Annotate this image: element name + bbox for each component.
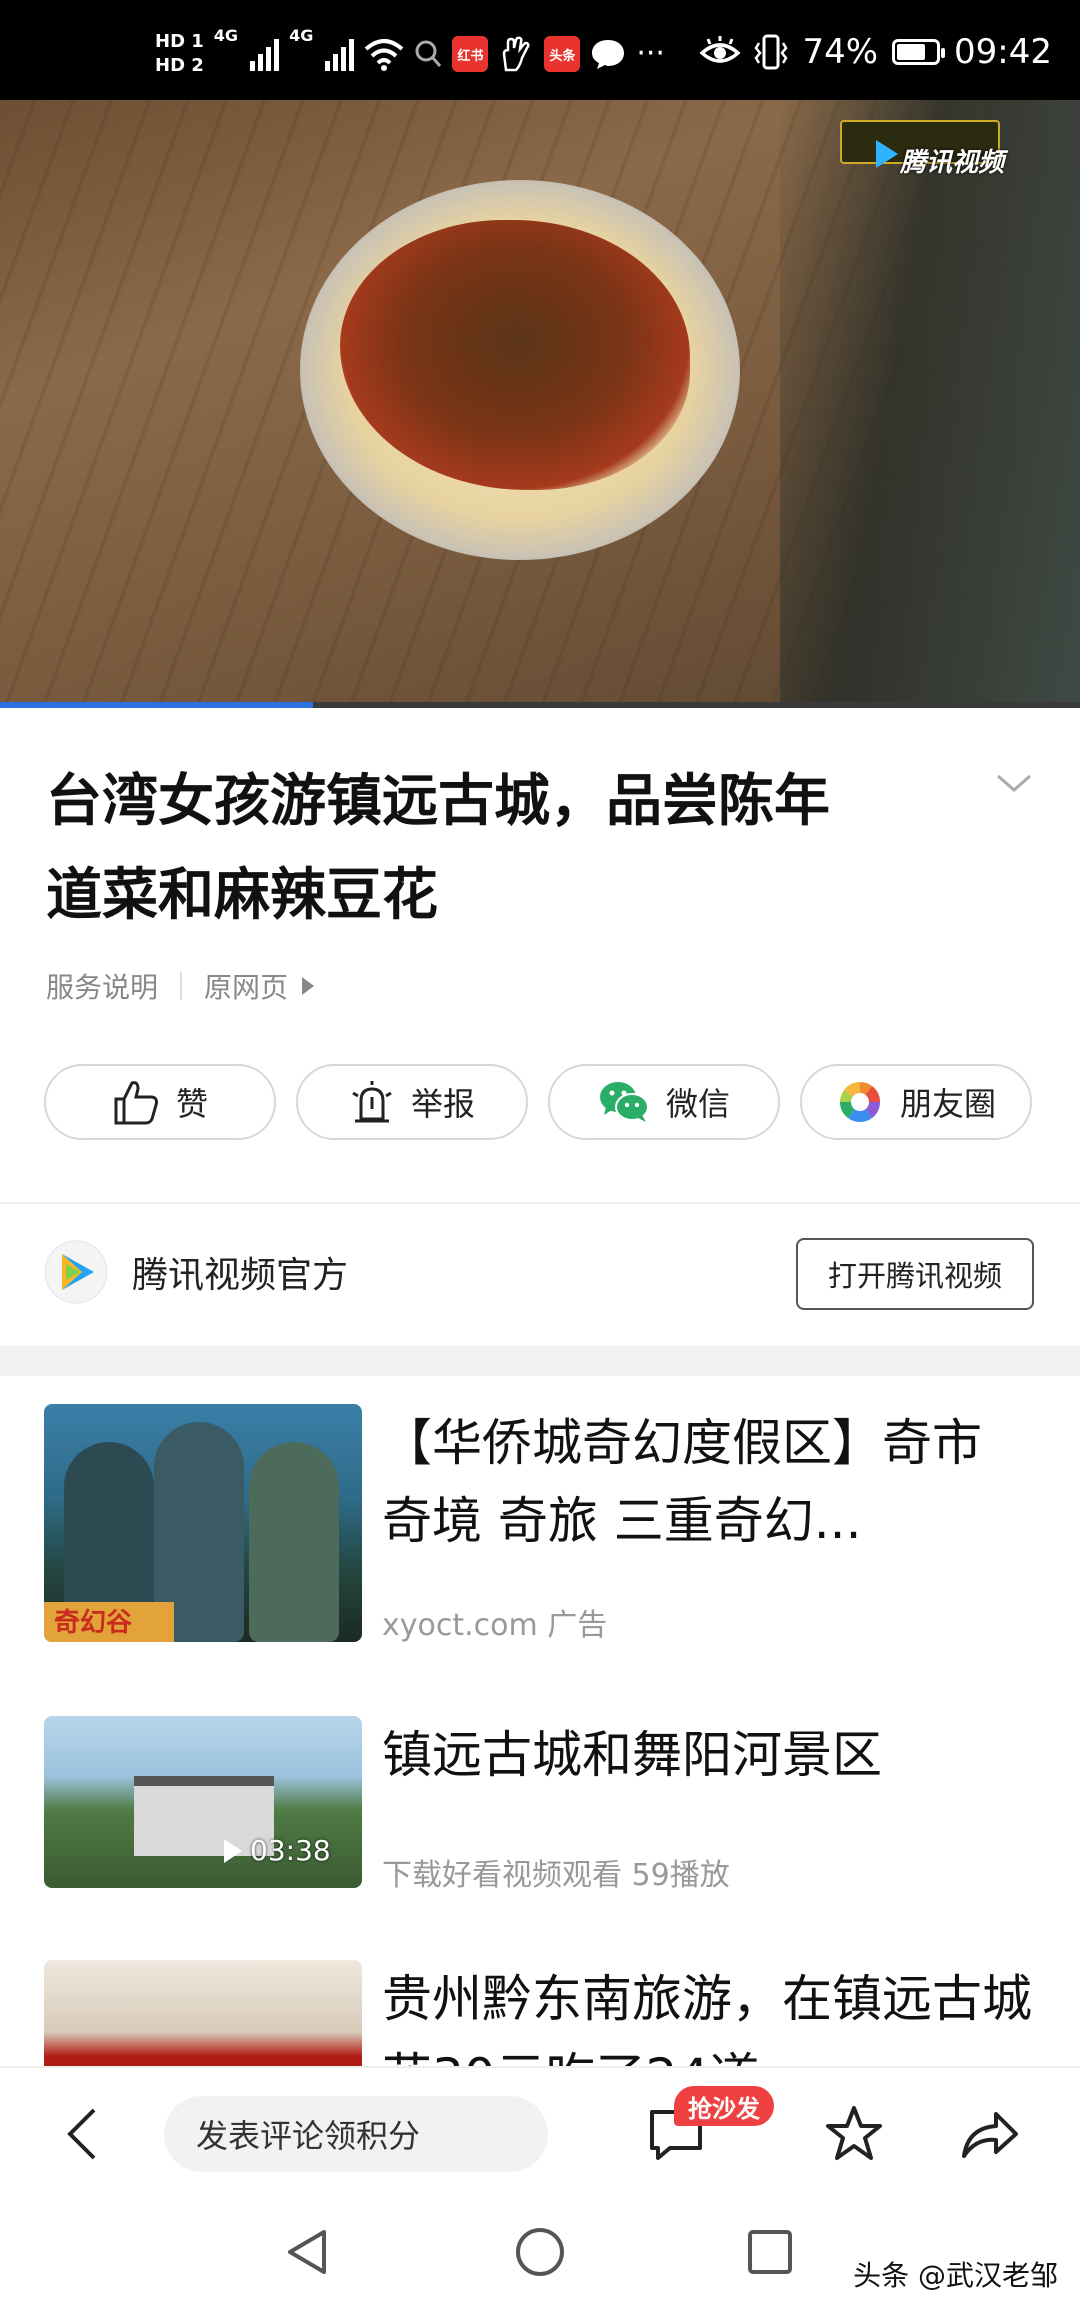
meta-divider [180, 972, 183, 1000]
message-icon [592, 40, 625, 69]
logo-text: 腾讯视频 [900, 148, 1005, 178]
hd1-label: HD 1 [155, 31, 204, 52]
rec-meta: 下载好看视频观看 59播放 [382, 1858, 730, 1893]
video-frame-background [780, 100, 1080, 706]
action-bar: 赞 举报 微信 朋友圈 [44, 1064, 1032, 1140]
back-icon[interactable] [62, 2104, 102, 2164]
open-tencent-video-button[interactable]: 打开腾讯视频 [796, 1238, 1034, 1310]
hd2-label: HD 2 [155, 55, 204, 76]
hand-icon [503, 36, 530, 72]
expand-chevron-icon[interactable] [994, 764, 1034, 804]
rec-thumbnail: 奇幻谷 [44, 1404, 362, 1642]
wifi-icon [365, 39, 404, 71]
status-right: 74% 09:42 [700, 28, 1052, 76]
comment-input[interactable]: 发表评论领积分 [164, 2096, 548, 2172]
arrow-right-icon [302, 977, 315, 995]
nav-home-icon[interactable] [512, 2224, 568, 2280]
toutiao-notification-icon: 头条 [544, 36, 581, 72]
watermark: 头条 @武汉老邹 [853, 2259, 1058, 2292]
signal-icon [325, 37, 355, 71]
article-meta: 服务说明 原网页 [46, 966, 315, 1006]
rec-thumbnail [44, 1960, 362, 2066]
favorite-star-icon[interactable] [824, 2104, 884, 2164]
rec-meta: xyoct.com 广告 [382, 1608, 608, 1643]
list-item[interactable]: 奇幻谷 【华侨城奇幻度假区】奇市 奇境 奇旅 三重奇幻... xyoct.com… [44, 1404, 1044, 1643]
video-player[interactable]: 腾讯视频 [0, 100, 1080, 706]
alarm-icon [352, 1081, 392, 1123]
article-title: 台湾女孩游镇远古城，品尝陈年 道菜和麻辣豆花 [46, 755, 946, 943]
app-badge-label: 红书 [457, 48, 484, 64]
search-icon [415, 40, 442, 67]
article-title-line2: 道菜和麻辣豆花 [46, 863, 438, 928]
rec-title: 镇远古城和舞阳河景区 [382, 1726, 882, 1784]
status-left: HD 1 HD 2 4G 4G 红书 头条 ··· [155, 26, 665, 82]
video-progress-played [0, 702, 314, 708]
duration-label: 03:38 [250, 1834, 331, 1867]
video-progress-bar[interactable] [0, 702, 1080, 708]
eye-comfort-icon [700, 36, 741, 63]
report-button[interactable]: 举报 [296, 1064, 528, 1140]
thumb-caption: 奇幻谷 [44, 1602, 174, 1642]
sofa-badge: 抢沙发 [674, 2086, 774, 2126]
play-icon [224, 1838, 242, 1863]
figure-image [249, 1442, 339, 1642]
hd-indicator: HD 1 HD 2 [155, 30, 204, 78]
like-button[interactable]: 赞 [44, 1064, 276, 1140]
share-icon[interactable] [960, 2104, 1020, 2164]
list-item[interactable]: 贵州黔东南旅游，在镇远古城花30元吃了24道 [44, 1960, 1044, 2066]
network-type-1: 4G [213, 26, 239, 45]
battery-icon [892, 39, 946, 65]
vibrate-icon [754, 34, 788, 70]
rec-title: 贵州黔东南旅游，在镇远古城花30元吃了24道 [382, 1970, 1032, 2066]
source-channel[interactable]: 腾讯视频官方 [44, 1240, 348, 1304]
rec-thumbnail: 03:38 [44, 1716, 362, 1888]
nav-back-icon[interactable] [280, 2224, 336, 2280]
more-notifications-icon: ··· [636, 36, 665, 71]
moments-label: 朋友圈 [899, 1085, 996, 1123]
source-name: 腾讯视频官方 [132, 1255, 349, 1296]
wechat-label: 微信 [665, 1085, 730, 1123]
list-item[interactable]: 03:38 镇远古城和舞阳河景区 下载好看视频观看 59播放 [44, 1716, 1044, 1893]
clock: 09:42 [954, 32, 1052, 72]
network-type-2: 4G [289, 26, 314, 45]
tencent-play-icon [876, 140, 898, 168]
section-divider [0, 1202, 1080, 1204]
tencent-video-avatar-icon [44, 1240, 108, 1304]
nav-recents-icon[interactable] [742, 2224, 798, 2280]
moments-icon [839, 1082, 880, 1122]
wechat-icon [599, 1082, 649, 1122]
service-note-link[interactable]: 服务说明 [46, 966, 158, 1006]
rec-title: 【华侨城奇幻度假区】奇市 奇境 奇旅 三重奇幻... [382, 1414, 982, 1550]
signal-icon [250, 37, 280, 71]
comment-bar: 发表评论领积分 抢沙发 [0, 2066, 1080, 2196]
like-label: 赞 [175, 1085, 208, 1123]
report-label: 举报 [410, 1085, 475, 1123]
video-duration: 03:38 [224, 1834, 331, 1867]
battery-fill [897, 44, 926, 60]
moments-share-button[interactable]: 朋友圈 [800, 1064, 1032, 1140]
wechat-share-button[interactable]: 微信 [548, 1064, 780, 1140]
tencent-video-logo: 腾讯视频 [840, 120, 1040, 180]
section-gap [0, 1346, 1080, 1376]
original-page-link[interactable]: 原网页 [204, 966, 288, 1006]
app-badge-label: 头条 [549, 48, 576, 64]
thumbs-up-icon [114, 1081, 158, 1125]
battery-percent: 74% [802, 32, 879, 72]
status-bar: HD 1 HD 2 4G 4G 红书 头条 ··· 74% 09:42 [0, 0, 1080, 100]
article-title-line1: 台湾女孩游镇远古城，品尝陈年 [46, 769, 830, 834]
app-notification-icon: 红书 [452, 36, 489, 72]
